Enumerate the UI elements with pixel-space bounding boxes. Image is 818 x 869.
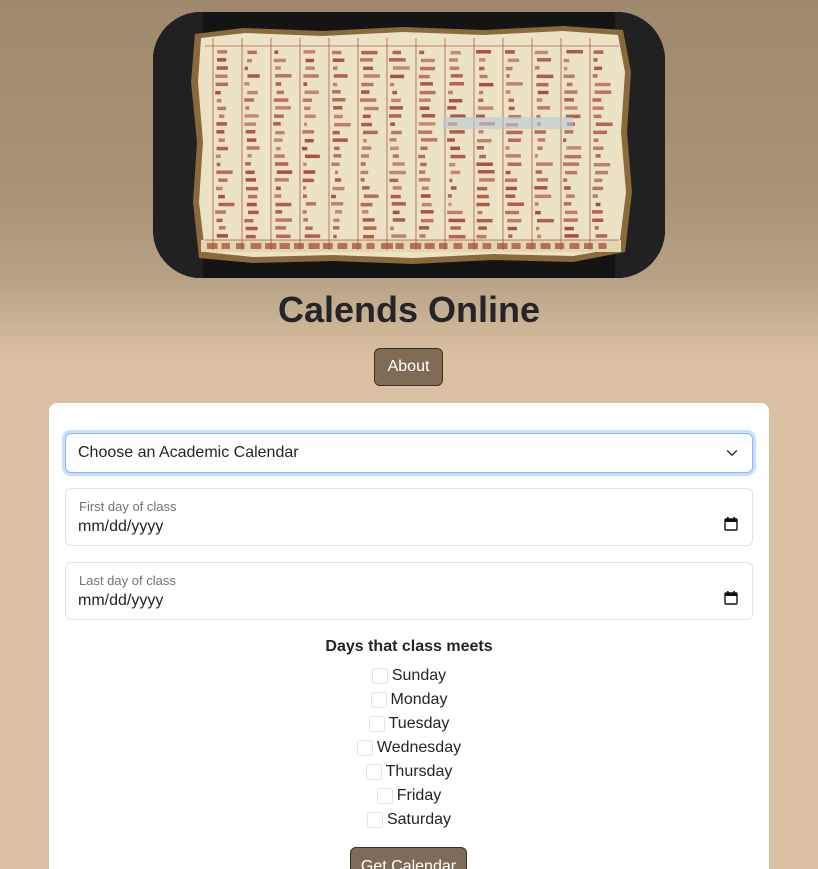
- last-day-label: Last day of class: [79, 573, 176, 588]
- roman-calendar-fresco: [153, 12, 665, 278]
- academic-calendar-select[interactable]: Choose an Academic Calendar: [65, 433, 753, 473]
- saturday-checkbox[interactable]: [366, 812, 383, 828]
- first-day-field[interactable]: First day of class mm/dd/yyyy: [65, 488, 753, 546]
- monday-checkbox[interactable]: [370, 692, 387, 708]
- first-day-label: First day of class: [79, 499, 177, 514]
- sunday-checkbox[interactable]: [371, 668, 388, 684]
- day-option-saturday[interactable]: Saturday: [49, 808, 769, 832]
- day-label: Thursday: [385, 763, 453, 780]
- last-day-field[interactable]: Last day of class mm/dd/yyyy: [65, 562, 753, 620]
- app-title: Calends Online: [277, 289, 541, 330]
- academic-calendar-select-value: Choose an Academic Calendar: [78, 444, 299, 461]
- day-label: Saturday: [386, 811, 452, 828]
- last-day-value: mm/dd/yyyy: [78, 592, 164, 609]
- about-button[interactable]: About: [374, 348, 443, 386]
- day-option-monday[interactable]: Monday: [49, 688, 769, 712]
- day-option-tuesday[interactable]: Tuesday: [49, 712, 769, 736]
- day-option-friday[interactable]: Friday: [49, 784, 769, 808]
- days-heading: Days that class meets: [325, 638, 493, 655]
- day-option-thursday[interactable]: Thursday: [49, 760, 769, 784]
- day-label: Wednesday: [376, 739, 462, 756]
- calendar-icon[interactable]: [724, 517, 738, 531]
- calendar-icon[interactable]: [724, 591, 738, 605]
- thursday-checkbox[interactable]: [365, 764, 382, 780]
- friday-checkbox[interactable]: [376, 788, 393, 804]
- get-calendar-button[interactable]: Get Calendar: [350, 847, 467, 869]
- wednesday-checkbox[interactable]: [356, 740, 373, 756]
- hero-image: [153, 12, 665, 278]
- calendar-form-card: Choose an Academic Calendar First day of…: [49, 403, 769, 869]
- tuesday-checkbox[interactable]: [368, 716, 385, 732]
- day-option-wednesday[interactable]: Wednesday: [49, 736, 769, 760]
- chevron-down-icon: [726, 450, 738, 456]
- first-day-value: mm/dd/yyyy: [78, 518, 164, 535]
- day-label: Tuesday: [388, 715, 450, 732]
- day-label: Friday: [396, 787, 442, 804]
- day-label: Sunday: [391, 667, 447, 684]
- day-option-sunday[interactable]: Sunday: [49, 664, 769, 688]
- day-label: Monday: [390, 691, 448, 708]
